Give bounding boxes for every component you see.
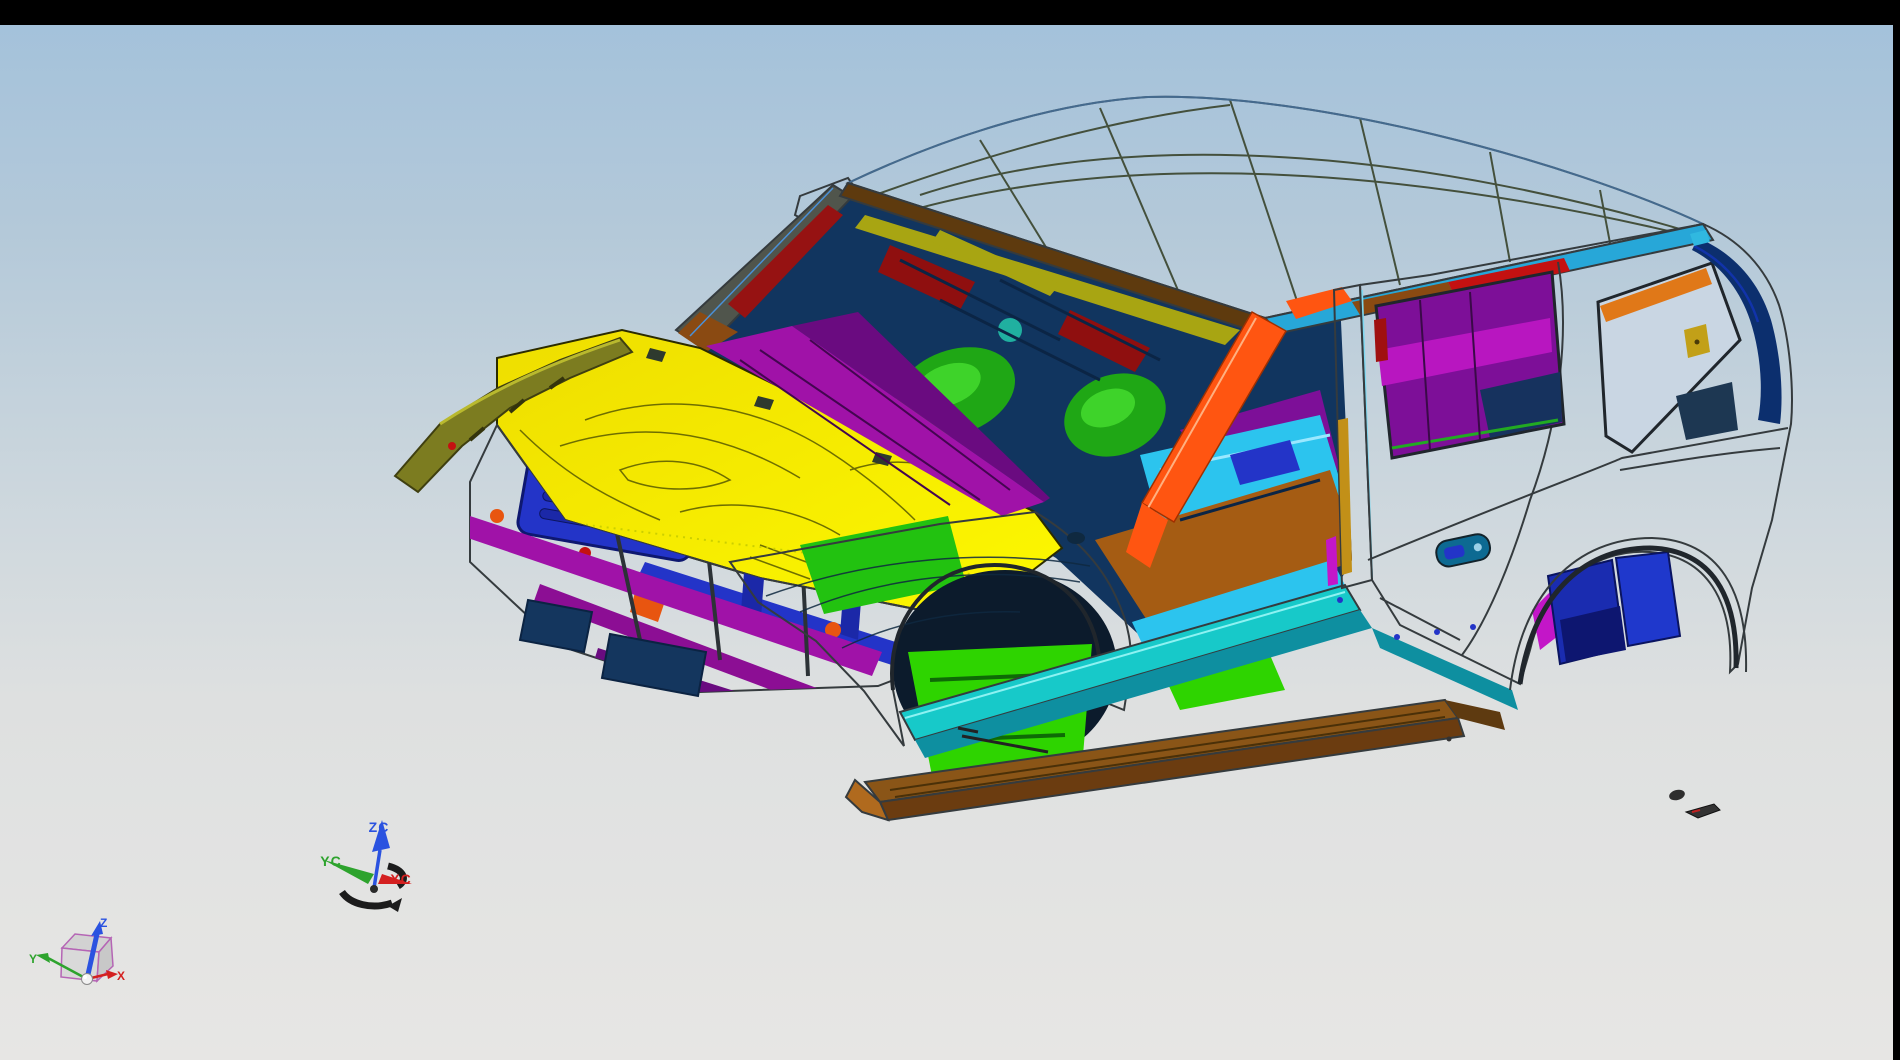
wcs-z-label: ZC [369, 819, 390, 835]
wcs-x-label: XC [390, 871, 411, 887]
right-edge-bar [1893, 0, 1900, 1060]
csys-y-label: Y [29, 952, 37, 966]
csys-x-label: X [117, 969, 125, 983]
rear-wheel-arch[interactable] [1510, 538, 1746, 690]
csys-z-label: Z [100, 916, 107, 930]
quarter-window[interactable] [1598, 263, 1740, 452]
car-body-model[interactable] [395, 97, 1792, 820]
rear-door-window[interactable] [1374, 272, 1564, 458]
model-scene[interactable]: ZC YC XC Z Y X [0, 0, 1900, 1060]
csys-y-arrow[interactable] [36, 953, 50, 963]
floating-fragments[interactable] [1447, 737, 1721, 819]
wcs-triad[interactable]: ZC YC XC [320, 819, 412, 912]
cad-viewport[interactable]: ZC YC XC Z Y X [0, 0, 1900, 1060]
top-bar [0, 0, 1900, 25]
wcs-y-label: YC [320, 853, 341, 869]
datum-csys[interactable]: Z Y X [29, 916, 125, 985]
